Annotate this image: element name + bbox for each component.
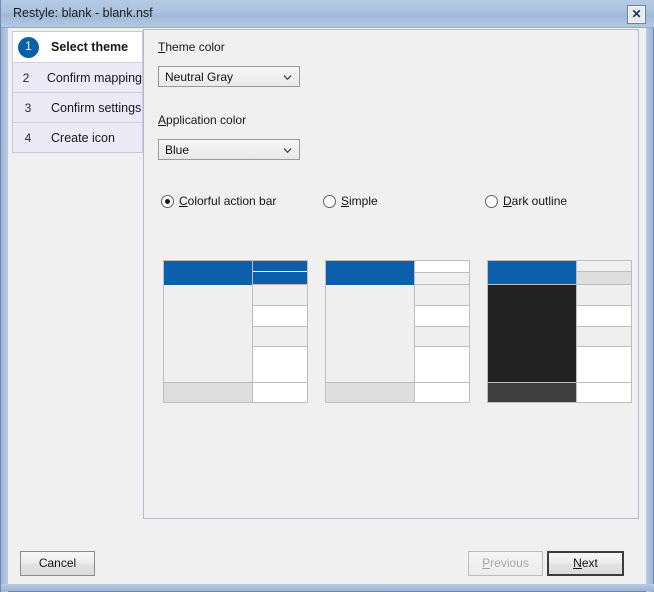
application-color-label: Application color (158, 113, 246, 127)
window-title: Restyle: blank - blank.nsf (13, 6, 153, 20)
preview-footer (326, 383, 414, 402)
preview-cell (415, 327, 469, 347)
restyle-dialog-window: Restyle: blank - blank.nsf ✕ 1 Select th… (0, 0, 654, 592)
preview-cell (577, 347, 631, 383)
preview-cell (253, 327, 307, 347)
previous-accesskey: P (482, 556, 491, 570)
radio-indicator[interactable] (323, 194, 336, 208)
preview-cell (415, 306, 469, 327)
preview-right-column (415, 261, 469, 402)
next-button[interactable]: Next (547, 551, 624, 576)
preview-left-column (488, 261, 577, 402)
sidebar-step-label: Confirm settings (51, 100, 142, 115)
close-icon[interactable]: ✕ (627, 5, 646, 24)
sidebar-step-select-theme[interactable]: 1 Select theme (13, 32, 142, 62)
preview-colorful-action-bar[interactable] (163, 260, 308, 403)
preview-left-column (164, 261, 253, 402)
preview-action-bar (488, 261, 576, 285)
theme-color-value: Neutral Gray (165, 70, 234, 84)
preview-body (488, 285, 576, 383)
step-number: 3 (24, 100, 32, 115)
next-label-rest: ext (581, 556, 598, 570)
sidebar-step-label: Select theme (51, 40, 129, 54)
radio-label: Simple (341, 194, 378, 208)
application-color-value: Blue (165, 143, 190, 157)
window-border-left (1, 0, 8, 592)
chevron-down-icon (283, 73, 292, 82)
sidebar-step-confirm-mapping[interactable]: 2 Confirm mapping (13, 62, 142, 92)
sidebar-step-create-icon[interactable]: 4 Create icon (13, 122, 142, 152)
preview-action-bar (326, 261, 414, 285)
sidebar-step-label: Confirm mapping (46, 70, 142, 85)
theme-color-select[interactable]: Neutral Gray (158, 66, 300, 87)
chevron-down-icon (283, 146, 292, 155)
application-color-select[interactable]: Blue (158, 139, 300, 160)
step-number: 2 (22, 70, 30, 85)
step-number-badge: 1 (18, 36, 39, 58)
radio-label: Colorful action bar (179, 194, 276, 208)
preview-cell (577, 261, 631, 272)
preview-cell (577, 272, 631, 285)
radio-indicator[interactable] (485, 194, 498, 208)
radio-colorful-action-bar[interactable]: Colorful action bar (161, 194, 276, 208)
preview-right-column (253, 261, 307, 402)
radio-accesskey: S (341, 194, 350, 208)
preview-cell (253, 306, 307, 327)
sidebar-step-label: Create icon (51, 130, 115, 145)
radio-label: Dark outline (503, 194, 567, 208)
preview-cell (415, 383, 469, 402)
step-list: 1 Select theme 2 Confirm mapping 3 Confi… (12, 31, 143, 153)
title-bar[interactable]: Restyle: blank - blank.nsf ✕ (1, 0, 654, 28)
radio-label-rest: imple (349, 194, 378, 208)
preview-footer (488, 383, 576, 402)
wizard-content-panel: Theme color Neutral Gray Application col… (143, 29, 639, 519)
radio-dark-outline[interactable]: Dark outline (485, 194, 567, 208)
preview-cell (253, 347, 307, 383)
cancel-button[interactable]: Cancel (20, 551, 95, 576)
step-number: 4 (24, 130, 32, 145)
preview-simple[interactable] (325, 260, 470, 403)
preview-cell (577, 327, 631, 347)
previous-label-rest: revious (490, 556, 529, 570)
preview-cell (415, 273, 469, 285)
previous-button[interactable]: Previous (468, 551, 543, 576)
next-accesskey: N (573, 556, 582, 570)
theme-color-label-rest: heme color (165, 40, 225, 54)
preview-footer (164, 383, 252, 402)
preview-body (164, 285, 252, 383)
window-border-right (646, 0, 653, 592)
radio-accesskey: D (503, 194, 512, 208)
application-color-label-rest: pplication color (166, 113, 247, 127)
radio-label-rest: ark outline (511, 194, 568, 208)
sidebar-step-confirm-settings[interactable]: 3 Confirm settings (13, 92, 142, 122)
radio-simple[interactable]: Simple (323, 194, 378, 208)
preview-cell (253, 272, 307, 285)
preview-body (326, 285, 414, 383)
preview-cell (253, 261, 307, 272)
radio-accesskey: C (179, 194, 188, 208)
preview-left-column (326, 261, 415, 402)
radio-indicator[interactable] (161, 194, 174, 208)
preview-cell (415, 285, 469, 306)
preview-cell (253, 383, 307, 402)
preview-cell (577, 306, 631, 327)
preview-cell (253, 285, 307, 306)
preview-cell (415, 347, 469, 383)
preview-action-bar (164, 261, 252, 285)
preview-cell (577, 285, 631, 306)
preview-right-column (577, 261, 631, 402)
preview-dark-outline[interactable] (487, 260, 632, 403)
wizard-sidebar: 1 Select theme 2 Confirm mapping 3 Confi… (9, 28, 143, 523)
preview-cell (577, 383, 631, 402)
application-color-accesskey: A (158, 113, 167, 127)
theme-color-label: Theme color (158, 40, 225, 54)
preview-cell (415, 261, 469, 273)
radio-label-rest: olorful action bar (187, 194, 277, 208)
window-border-bottom (1, 584, 654, 591)
